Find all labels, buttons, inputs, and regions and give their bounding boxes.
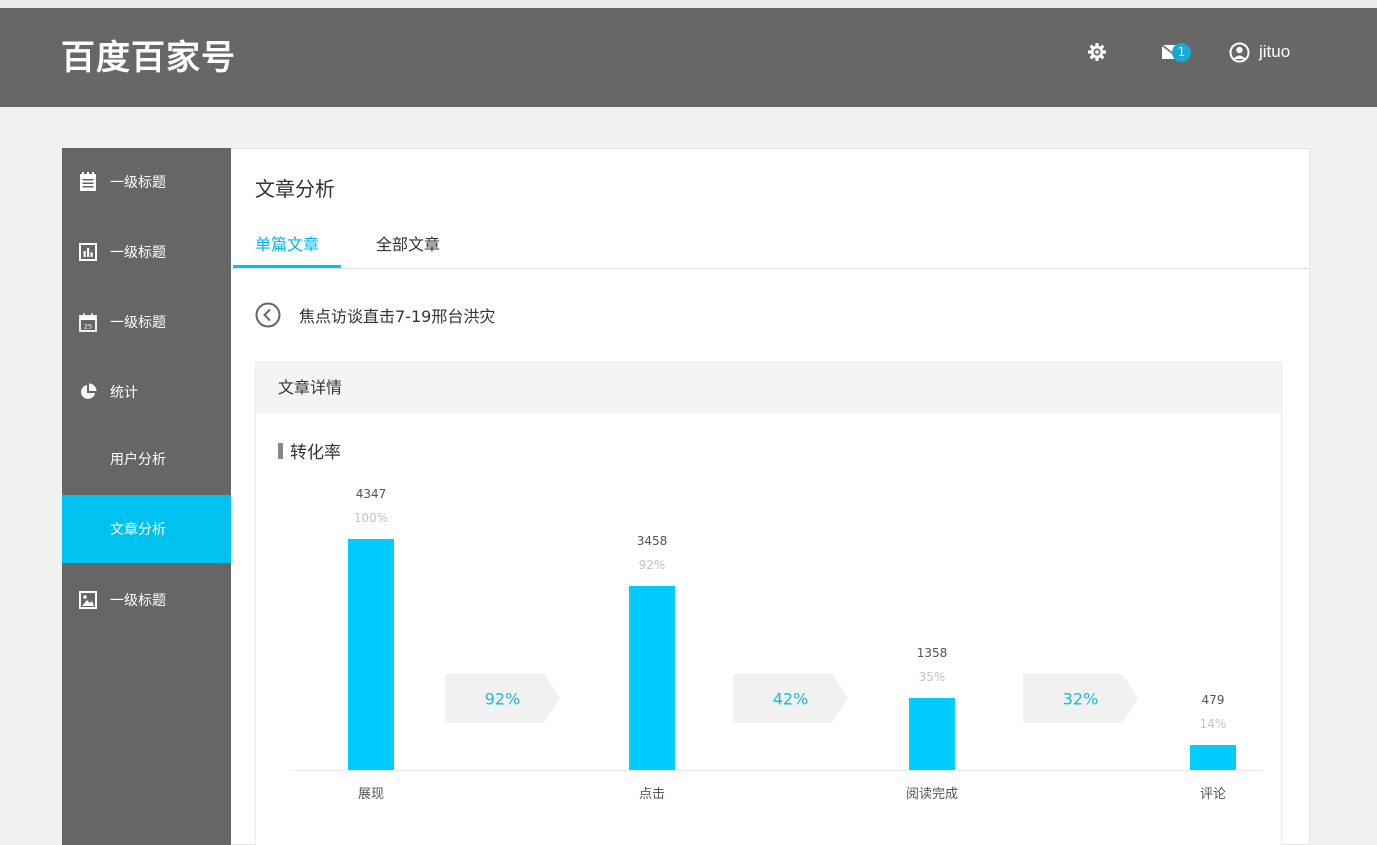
chart-bar xyxy=(348,539,394,770)
sidebar-item-3[interactable]: 25 一级标题 xyxy=(62,288,231,356)
mail-badge: 1 xyxy=(1172,43,1191,62)
chart-bar xyxy=(629,586,675,770)
active-tab-indicator xyxy=(233,265,341,268)
top-strip xyxy=(0,0,1377,8)
sidebar-item-label: 一级标题 xyxy=(110,315,166,331)
sidebar-item-label: 一级标题 xyxy=(110,175,166,191)
sidebar-item-label: 一级标题 xyxy=(110,593,166,609)
category-label: 阅读完成 xyxy=(906,787,958,802)
sidebar-item-2[interactable]: 一级标题 xyxy=(62,218,231,286)
sidebar-item-label: 用户分析 xyxy=(110,452,166,468)
bar-chart-icon xyxy=(78,242,98,262)
notepad-icon xyxy=(78,172,98,192)
conversion-rate-label: 32% xyxy=(1063,690,1099,709)
category-label: 展现 xyxy=(358,787,384,802)
bar-percent-label: 100% xyxy=(354,511,388,525)
username: jituo xyxy=(1259,42,1291,61)
bar-percent-label: 14% xyxy=(1200,717,1227,731)
bar-value-label: 1358 xyxy=(917,646,948,660)
page-title: 文章分析 xyxy=(255,177,335,201)
user-menu[interactable]: jituo xyxy=(1229,40,1290,64)
chart-bar xyxy=(1190,745,1236,770)
sidebar-item-1[interactable]: 一级标题 xyxy=(62,148,231,216)
pie-chart-icon xyxy=(78,382,98,402)
sidebar-item-label: 文章分析 xyxy=(110,522,166,538)
sidebar-item-label: 一级标题 xyxy=(110,245,166,261)
sidebar: 一级标题 一级标题 25 一级标题 统计 用户分析 文章分析 一级标题 xyxy=(62,148,231,845)
svg-text:25: 25 xyxy=(84,322,92,330)
article-detail-panel: 文章详情 转化率 4347 100% 展现 3458 92% 点击 1358 35% 阅读完成 4… xyxy=(255,362,1282,845)
calendar-icon: 25 xyxy=(78,312,98,332)
sidebar-item-user-analysis[interactable]: 用户分析 xyxy=(62,425,231,493)
main-content: 文章分析 单篇文章 全部文章 焦点访谈直击7-19邢台洪灾 文章详情 转化率 4… xyxy=(231,148,1310,845)
conversion-funnel-chart: 4347 100% 展现 3458 92% 点击 1358 35% 阅读完成 479 14% 评论 92… xyxy=(291,487,1263,802)
bar-value-label: 3458 xyxy=(637,534,668,548)
category-label: 点击 xyxy=(639,787,665,802)
article-header: 焦点访谈直击7-19邢台洪灾 xyxy=(255,302,495,328)
sidebar-item-4[interactable]: 一级标题 xyxy=(62,566,231,634)
bar-percent-label: 92% xyxy=(639,558,666,572)
article-title: 焦点访谈直击7-19邢台洪灾 xyxy=(299,307,496,326)
bar-value-label: 479 xyxy=(1202,693,1225,707)
sidebar-item-stats[interactable]: 统计 xyxy=(62,358,231,426)
tab-all-articles[interactable]: 全部文章 xyxy=(376,235,440,255)
user-circle-icon xyxy=(1229,42,1250,63)
conversion-rate-label: 42% xyxy=(773,690,809,709)
image-icon xyxy=(78,590,98,610)
tab-bar: 单篇文章 全部文章 xyxy=(231,229,1309,269)
app-logo[interactable]: 百度百家号 xyxy=(61,38,236,78)
category-label: 评论 xyxy=(1200,787,1226,802)
bar-value-label: 4347 xyxy=(356,487,387,501)
sidebar-item-article-analysis[interactable]: 文章分析 xyxy=(62,495,231,563)
conversion-rate-label: 92% xyxy=(485,690,521,709)
gear-icon[interactable] xyxy=(1085,40,1109,64)
tab-single-article[interactable]: 单篇文章 xyxy=(255,235,319,255)
sidebar-item-label: 统计 xyxy=(110,385,138,401)
chart-bar xyxy=(909,698,955,770)
back-icon[interactable] xyxy=(255,302,281,328)
bar-percent-label: 35% xyxy=(919,670,946,684)
